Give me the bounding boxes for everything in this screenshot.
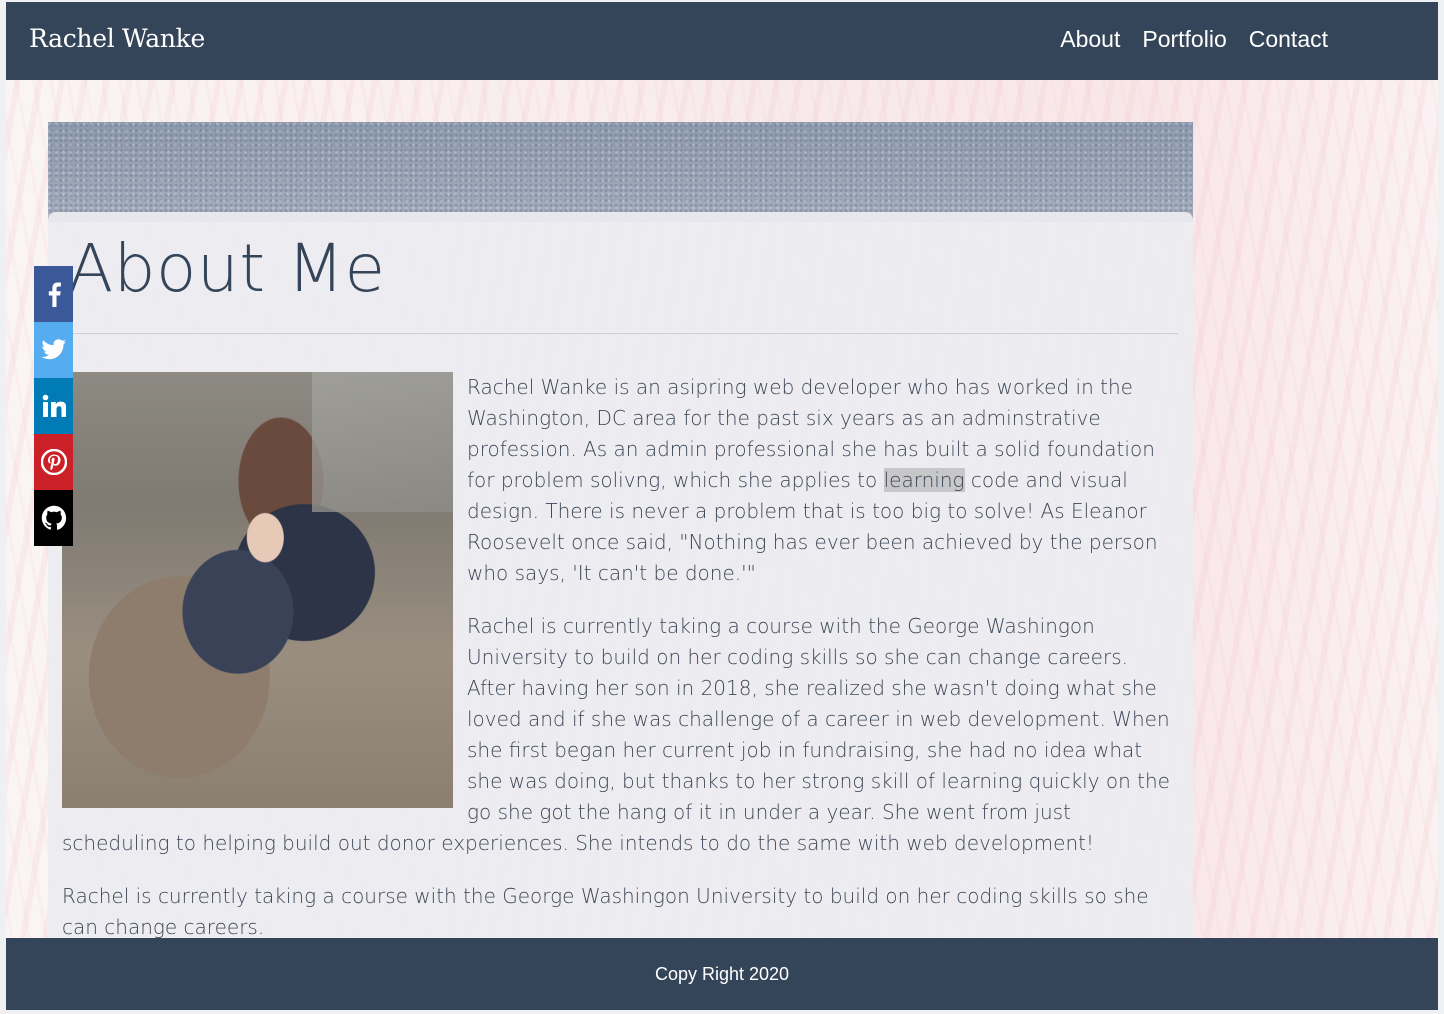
social-share-bar <box>34 266 73 546</box>
copyright-text: Copy Right 2020 <box>654 963 790 984</box>
bio-text: Rachel Wanke is an asipring web develope… <box>62 372 1178 965</box>
nav-link-contact[interactable]: Contact <box>1249 26 1328 53</box>
title-divider <box>62 333 1178 334</box>
page-title: About Me <box>68 230 386 307</box>
hero-banner <box>48 122 1193 222</box>
github-icon <box>41 505 66 530</box>
navbar: Rachel Wanke About Portfolio Contact <box>6 2 1438 80</box>
twitter-button[interactable] <box>34 322 73 378</box>
photo-spacer <box>62 372 467 822</box>
site-brand[interactable]: Rachel Wanke <box>29 24 205 53</box>
nav-link-about[interactable]: About <box>1060 26 1120 53</box>
linkedin-icon <box>42 394 66 417</box>
linkedin-button[interactable] <box>34 378 73 434</box>
facebook-button[interactable] <box>34 266 73 322</box>
bio-paragraph-3: Rachel is currently taking a course with… <box>62 884 1149 939</box>
highlighted-word: learning <box>883 468 965 492</box>
page-frame: Rachel Wanke About Portfolio Contact Abo… <box>6 2 1438 1010</box>
nav-link-portfolio[interactable]: Portfolio <box>1142 26 1226 53</box>
nav-links: About Portfolio Contact <box>1060 26 1328 53</box>
pinterest-button[interactable] <box>34 434 73 490</box>
github-button[interactable] <box>34 490 73 546</box>
about-card: About Me Rachel Wanke is an asipring web… <box>48 212 1193 972</box>
facebook-icon <box>48 282 61 307</box>
twitter-icon <box>41 339 66 360</box>
footer: Copy Right 2020 <box>6 938 1438 1010</box>
pinterest-icon <box>40 449 67 475</box>
